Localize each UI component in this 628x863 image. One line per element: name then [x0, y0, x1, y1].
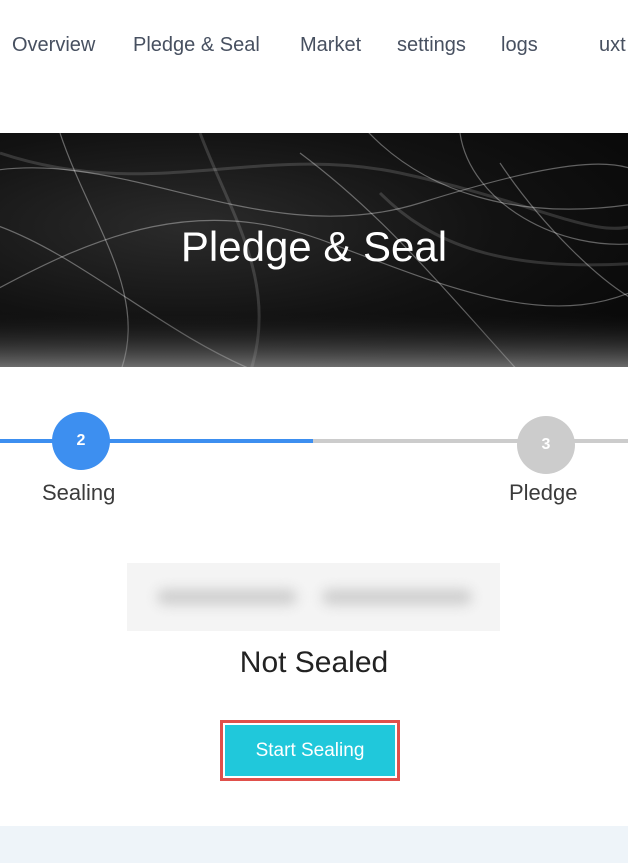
step-2-indicator: 2 [52, 412, 110, 470]
redacted-text [322, 589, 472, 605]
nav-item-market[interactable]: Market [300, 34, 361, 57]
progress-stepper: 2 Sealing 3 Pledge [0, 404, 628, 524]
start-sealing-button[interactable]: Start Sealing [225, 725, 395, 776]
nav-item-logs[interactable]: logs [501, 34, 538, 57]
top-nav: Overview Pledge & Seal Market settings l… [0, 0, 628, 92]
seal-status: Not Sealed [239, 646, 389, 679]
step-3-indicator: 3 [517, 416, 575, 474]
step-3-label: Pledge [509, 480, 578, 505]
nav-item-settings[interactable]: settings [397, 34, 466, 57]
nav-item-pledge-seal[interactable]: Pledge & Seal [133, 34, 260, 57]
nav-item-uxt[interactable]: uxt [599, 34, 626, 57]
nav-item-overview[interactable]: Overview [12, 34, 95, 57]
hero-title: Pledge & Seal [180, 223, 448, 270]
footer-band [0, 826, 628, 863]
stepper-track-completed [0, 439, 313, 443]
redacted-info [127, 563, 500, 631]
hero-banner: Pledge & Seal [0, 133, 628, 367]
redacted-text [157, 589, 297, 605]
step-2-label: Sealing [42, 480, 116, 505]
start-sealing-highlight: Start Sealing [220, 720, 400, 781]
stepper-track-remaining [313, 439, 628, 443]
